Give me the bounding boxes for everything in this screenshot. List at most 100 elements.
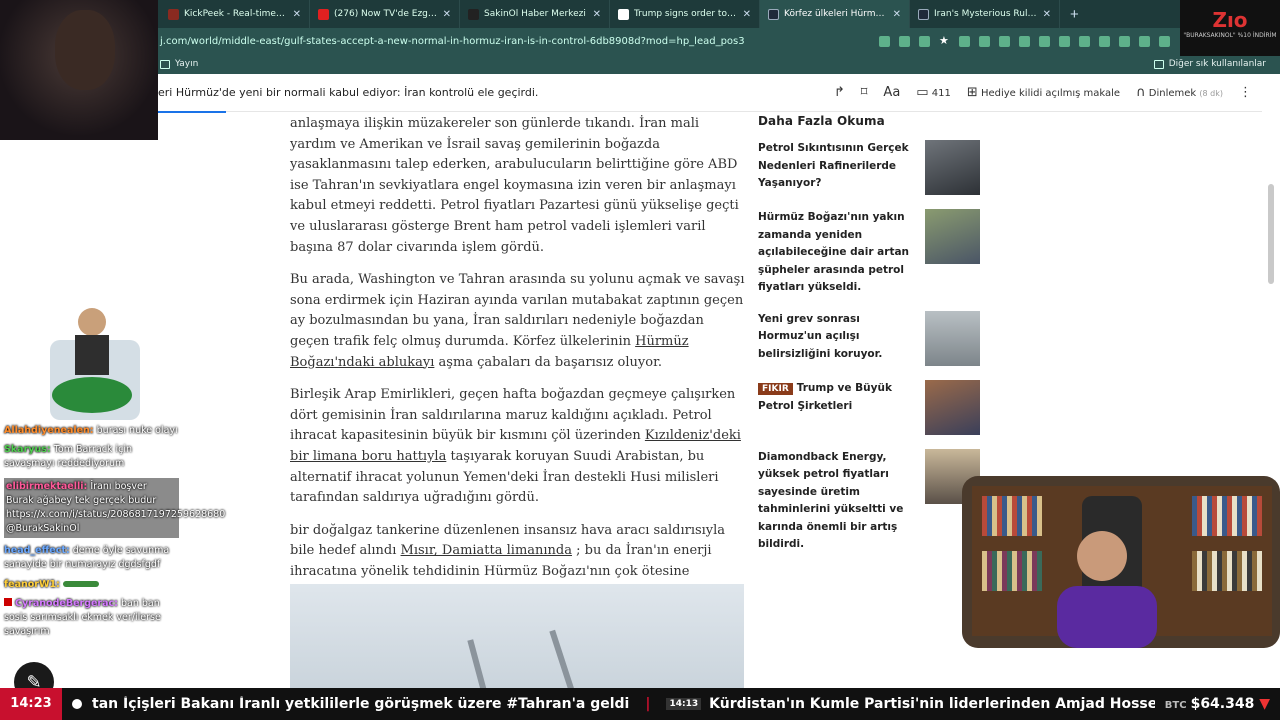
reader-icon[interactable] [919,35,930,47]
url-input[interactable]: j.com/world/middle-east/gulf-states-acce… [160,36,871,47]
related-thumbnail [925,140,980,195]
ticker-headlines: tan İçişleri Bakanı İranlı yetkililerle … [92,696,1155,712]
opinion-badge: FIKIR [758,382,793,395]
gift-article-button[interactable]: ⊞ Hediye kilidi açılmış makale [967,85,1120,100]
books [1192,551,1262,591]
chat-username: Skaryus: [4,444,51,455]
article-image [290,584,744,688]
listen-button[interactable]: ∩ Dinlemek (8 dk) [1136,85,1223,100]
related-item[interactable]: Hürmüz Boğazı'nın yakın zamanda yeniden … [758,209,980,297]
address-bar: j.com/world/middle-east/gulf-states-acce… [0,28,1280,54]
bookmark-icon[interactable]: ⌑ [861,85,868,100]
wsj-favicon-icon [918,8,929,20]
zoom-icon[interactable] [899,35,910,47]
related-headline: Yeni grev sonrası Hormuz'un açılışı beli… [758,312,883,360]
close-icon[interactable]: ✕ [893,9,901,20]
tab-youtube[interactable]: (276) Now TV'de Ezgi Güzeger ile ✕ [310,0,460,28]
close-icon[interactable]: ✕ [443,9,451,20]
text-size-icon[interactable]: Aa [883,85,900,100]
headline-time: 14:13 [666,698,702,710]
chat-message: elibirmektaelli: İranı boşver Burak ağab… [4,478,225,538]
related-articles: Daha Fazla Okuma Petrol Sıkıntısının Ger… [758,114,980,568]
related-headline: Hürmüz Boğazı'nın yakın zamanda yeniden … [758,211,910,293]
extension-icon[interactable] [1059,35,1070,47]
related-headline: FIKIR Trump ve Büyük Petrol Şirketleri [758,380,917,435]
related-headline: Diamondback Energy, yüksek petrol fiyatl… [758,450,904,551]
ticker-headline: Kürdistan'ın Kumle Partisi'nin liderleri… [709,696,1155,712]
related-item[interactable]: Petrol Sıkıntısının Gerçek Nedenleri Raf… [758,140,980,195]
reading-progress-bar [158,111,226,113]
tab-kickpeek[interactable]: KickPeek - Real-time URL Crawle ✕ [160,0,310,28]
paragraph: anlaşmaya ilişkin müzakereler son günler… [290,116,739,255]
favorites-icon[interactable] [1119,35,1130,47]
star-icon[interactable]: ★ [939,35,950,47]
related-item[interactable]: Yeni grev sonrası Hormuz'un açılışı beli… [758,310,980,366]
btc-price: BTC $64.348 ▼ [1155,696,1280,712]
comments-button[interactable]: ▭ 411 [916,85,951,100]
logo-text: Zıo [1212,8,1248,32]
streamer-face [55,10,115,90]
close-icon[interactable]: ✕ [593,9,601,20]
more-options-icon[interactable]: ⋮ [1239,85,1252,100]
related-thumbnail [925,209,980,264]
chat-username: head_effect: [4,545,70,556]
related-thumbnail [925,379,980,435]
news-ticker: 14:23 tan İçişleri Bakanı İranlı yetkili… [0,688,1280,720]
tab-trump[interactable]: Trump signs order to limit childh ✕ [610,0,760,28]
listen-label: Dinlemek [1148,88,1197,99]
related-headline: Petrol Sıkıntısının Gerçek Nedenleri Raf… [758,142,909,189]
bookmark-label: Yayın [175,59,199,69]
extensions-puzzle-icon[interactable] [1079,35,1090,47]
article-link[interactable]: Mısır, Damiatta limanında [401,543,572,558]
related-item[interactable]: Diamondback Energy, yüksek petrol fiyatl… [758,448,980,554]
page-scrollbar[interactable] [1268,184,1274,284]
sakinol-favicon-icon [468,8,479,20]
down-arrow-icon: ▼ [1259,696,1270,712]
extension-icon[interactable] [1039,35,1050,47]
books [982,496,1042,536]
webcam-right [962,476,1280,648]
ticker-time: 14:23 [0,688,62,720]
comment-icon: ▭ [916,85,929,100]
article-tools: ↱ ⌑ Aa ▭ 411 ⊞ Hediye kilidi açılmış mak… [834,85,1262,100]
close-icon[interactable]: ✕ [743,9,751,20]
wsj-favicon-icon [768,8,779,20]
chat-avatar-image [50,308,140,420]
tab-korfez[interactable]: Körfez ülkeleri Hürmüz'de yeni b ✕ [760,0,910,28]
bookmark-label: Diğer sık kullanılanlar [1168,59,1266,69]
extension-icon[interactable] [999,35,1010,47]
close-icon[interactable]: ✕ [1043,9,1051,20]
streamer [1057,496,1157,648]
profile-avatar[interactable] [1159,35,1170,47]
article-body: anlaşmaya ilişkin müzakereler son günler… [290,114,745,615]
related-title: Daha Fazla Okuma [758,114,885,128]
gift-label: Hediye kilidi açılmış makale [980,88,1121,99]
extension-icon[interactable] [959,35,970,47]
tab-label: Trump signs order to limit childh [634,9,738,19]
chat-username: CyranodeBergerac: [15,598,118,609]
tab-label: SakinOl Haber Merkezi [484,9,586,19]
tab-sakinol[interactable]: SakinOl Haber Merkezi ✕ [460,0,610,28]
split-view-icon[interactable] [1099,35,1110,47]
youtube-favicon-icon [318,8,329,20]
bookmark-other[interactable]: Diğer sık kullanılanlar [1153,59,1266,69]
webcam-left [0,0,158,140]
extension-icon[interactable] [1019,35,1030,47]
extension-icon[interactable] [979,35,990,47]
paragraph: Birleşik Arap Emirlikleri, geçen hafta b… [290,385,745,509]
btc-value: $64.348 [1190,696,1255,712]
btc-label: BTC [1164,700,1187,711]
share-icon[interactable]: ↱ [834,85,845,100]
translate-icon[interactable] [879,35,890,47]
new-tab-button[interactable]: + [1060,6,1089,23]
tab-iran[interactable]: Iran's Mysterious Ruler Signals a ✕ [910,0,1060,28]
close-icon[interactable]: ✕ [293,9,301,20]
related-item[interactable]: FIKIR Trump ve Büyük Petrol Şirketleri [758,379,980,435]
article-header: eri Hürmüz'de yeni bir normali kabul edi… [0,74,1262,112]
comments-count: 411 [931,88,951,99]
bookmark-yayin[interactable]: Yayın [160,59,198,69]
collections-icon[interactable] [1139,35,1150,47]
kickpeek-favicon-icon [168,8,179,20]
sponsor-logo: Zıo "BURAKSAKINOL" %10 İNDİRİM [1180,0,1280,56]
chat-message: CyranodeBergerac: ban ban sosis sarımsak… [4,597,179,639]
